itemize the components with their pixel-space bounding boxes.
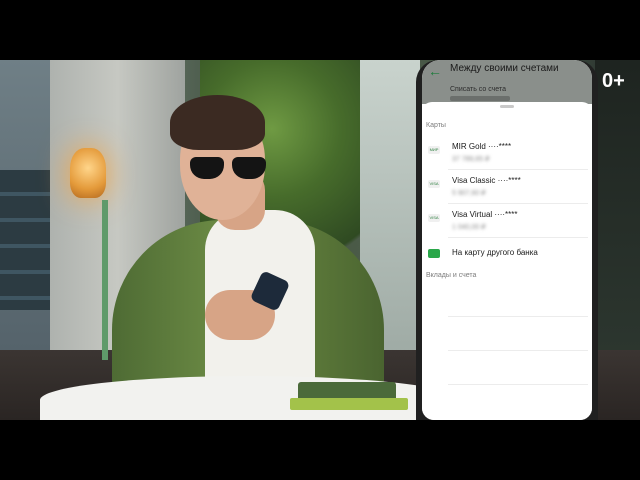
divider bbox=[448, 384, 588, 385]
from-account-value bbox=[450, 96, 510, 101]
phone-mockup: ← Между своими счетами Списать со счета … bbox=[416, 60, 598, 420]
card-balance: 5 907,60 ₽ bbox=[452, 190, 486, 197]
card-name: MIR Gold ····**** bbox=[452, 142, 512, 151]
card-item-mir-gold[interactable]: МИР MIR Gold ····**** 37 789,65 ₽ bbox=[422, 136, 592, 170]
sunglasses-right-lens bbox=[232, 157, 266, 179]
page-title: Между своими счетами bbox=[450, 63, 559, 74]
sunglasses-left-lens bbox=[190, 157, 224, 179]
screen-header: ← Между своими счетами Списать со счета bbox=[422, 60, 592, 104]
divider bbox=[448, 237, 588, 238]
back-arrow-icon[interactable]: ← bbox=[428, 63, 444, 79]
card-name: Visa Virtual ····**** bbox=[452, 210, 518, 219]
card-balance: 1 040,00 ₽ bbox=[452, 224, 486, 231]
divider bbox=[448, 316, 588, 317]
background-shelf bbox=[0, 170, 50, 310]
mir-card-icon: МИР bbox=[428, 146, 440, 154]
sheet-handle[interactable] bbox=[500, 105, 514, 108]
card-item-visa-virtual[interactable]: VISA Visa Virtual ····**** 1 040,00 ₽ bbox=[422, 204, 592, 238]
other-bank-label: На карту другого банка bbox=[452, 248, 538, 257]
section-cards-label: Карты bbox=[426, 122, 446, 129]
transfer-to-other-bank[interactable]: На карту другого банка bbox=[422, 242, 592, 276]
visa-card-icon: VISA bbox=[428, 214, 440, 222]
card-balance: 37 789,65 ₽ bbox=[452, 156, 490, 163]
age-rating-badge: 0+ bbox=[602, 70, 625, 92]
sunglasses bbox=[190, 157, 268, 179]
card-name: Visa Classic ····**** bbox=[452, 176, 521, 185]
person-hair bbox=[170, 95, 265, 150]
section-deposits-label: Вклады и счета bbox=[426, 272, 477, 279]
notebook-light bbox=[290, 398, 408, 410]
bank-card-icon bbox=[428, 249, 440, 258]
lamp bbox=[70, 148, 106, 198]
phone-screen: ← Между своими счетами Списать со счета … bbox=[422, 60, 592, 420]
card-item-visa-classic[interactable]: VISA Visa Classic ····**** 5 907,60 ₽ bbox=[422, 170, 592, 204]
visa-card-icon: VISA bbox=[428, 180, 440, 188]
from-account-label: Списать со счета bbox=[450, 86, 506, 93]
divider bbox=[448, 350, 588, 351]
bottom-sheet: Карты МИР MIR Gold ····**** 37 789,65 ₽ … bbox=[422, 102, 592, 420]
lamp-stand bbox=[102, 200, 108, 360]
